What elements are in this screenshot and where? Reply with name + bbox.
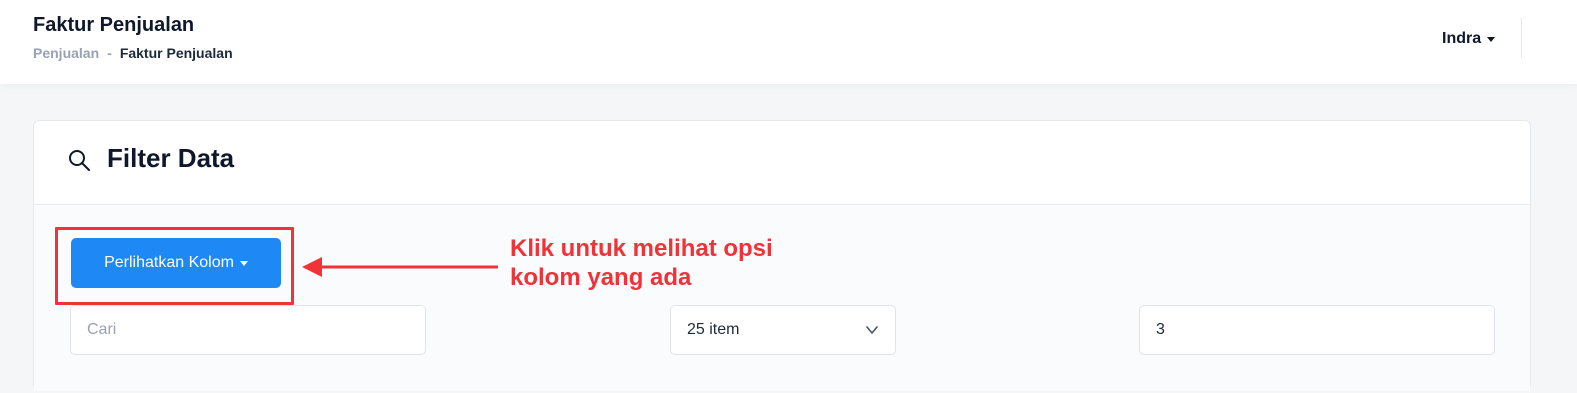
top-bar: Faktur Penjualan Penjualan - Faktur Penj… bbox=[0, 0, 1577, 84]
page-number-value: 3 bbox=[1156, 321, 1165, 338]
annotation-line-1: Klik untuk melihat opsi bbox=[510, 235, 773, 262]
page-size-select[interactable]: 25 item bbox=[670, 305, 896, 355]
topbar-divider bbox=[1521, 18, 1522, 58]
filter-card: Filter Data Perlihatkan Kolom Cari 25 it… bbox=[33, 120, 1531, 391]
breadcrumb-separator: - bbox=[107, 45, 112, 61]
breadcrumb-item-current: Faktur Penjualan bbox=[119, 45, 233, 61]
search-icon bbox=[69, 150, 90, 171]
caret-down-icon bbox=[239, 260, 248, 266]
filter-card-header: Filter Data bbox=[34, 121, 1530, 205]
annotation-line-2: kolom yang ada bbox=[510, 264, 692, 291]
page-title: Faktur Penjualan bbox=[33, 14, 195, 36]
page-number-input[interactable]: 3 bbox=[1139, 305, 1495, 355]
user-name: Indra bbox=[1442, 30, 1482, 47]
annotation-text: Klik untuk melihat opsi kolom yang ada bbox=[510, 234, 773, 292]
search-input[interactable]: Cari bbox=[70, 305, 426, 355]
user-menu-dropdown[interactable]: Indra bbox=[1442, 30, 1496, 48]
show-columns-button-label: Perlihatkan Kolom bbox=[104, 254, 234, 271]
breadcrumb: Penjualan - Faktur Penjualan bbox=[33, 45, 233, 61]
caret-down-icon bbox=[1487, 36, 1496, 42]
breadcrumb-item-penjualan[interactable]: Penjualan bbox=[33, 45, 99, 61]
filter-card-title: Filter Data bbox=[107, 143, 235, 173]
chevron-down-icon bbox=[866, 326, 878, 334]
annotation-arrow-icon bbox=[302, 257, 498, 277]
page-size-value: 25 item bbox=[687, 321, 740, 338]
show-columns-button[interactable]: Perlihatkan Kolom bbox=[71, 238, 281, 288]
search-input-placeholder: Cari bbox=[87, 321, 117, 338]
